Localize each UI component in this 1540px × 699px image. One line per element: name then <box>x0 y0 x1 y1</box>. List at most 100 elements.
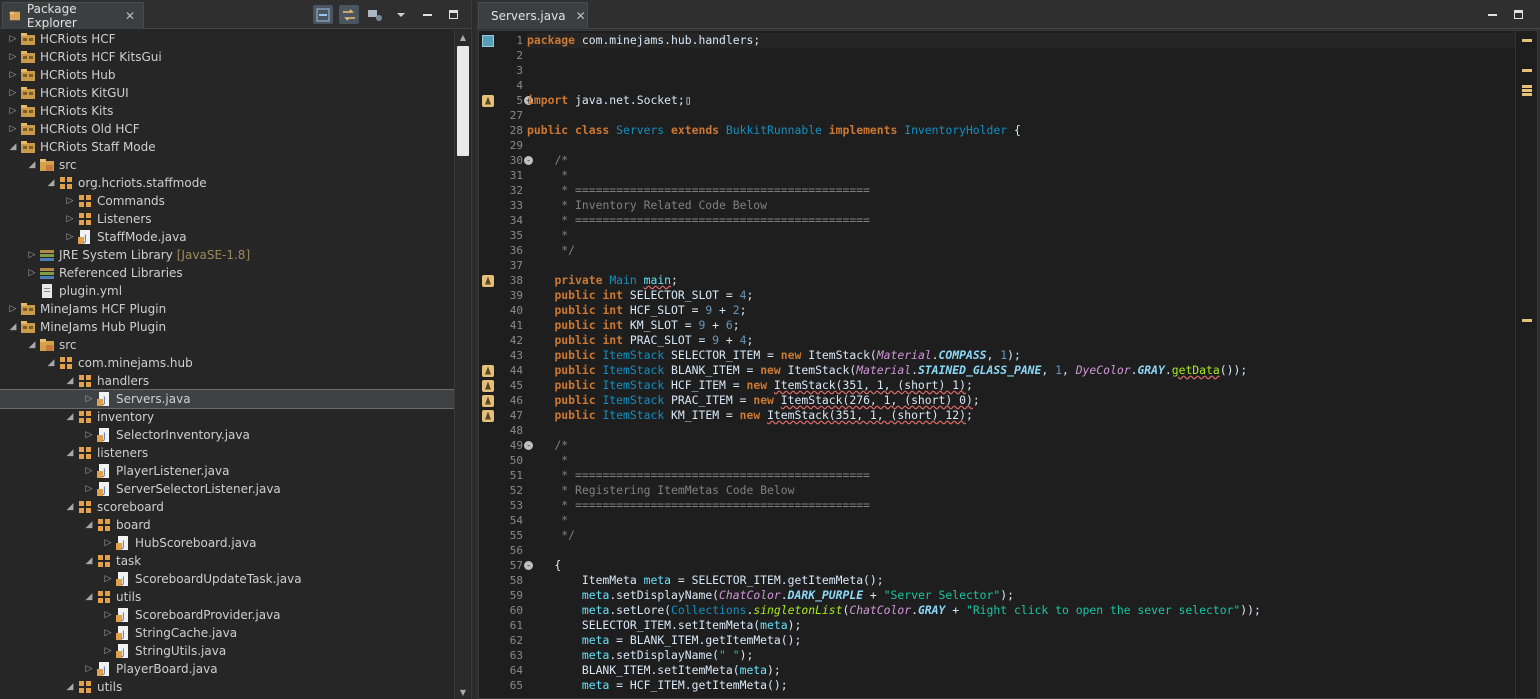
tree-item[interactable]: ◢ listeners <box>0 444 454 462</box>
code-line[interactable] <box>527 138 1515 153</box>
scrollbar-thumb[interactable] <box>457 46 469 156</box>
close-icon[interactable]: ✕ <box>576 9 586 23</box>
collapse-arrow-icon[interactable]: ◢ <box>44 174 58 192</box>
code-area[interactable]: package com.minejams.hub.handlers; import… <box>527 31 1515 698</box>
expand-arrow-icon[interactable]: ▷ <box>25 246 39 264</box>
view-menu-button[interactable] <box>391 5 411 24</box>
tree-item[interactable]: ▷ HCRiots Hub <box>0 66 454 84</box>
code-line[interactable]: { <box>527 558 1515 573</box>
expand-arrow-icon[interactable]: ▷ <box>82 390 96 408</box>
maximize-button[interactable] <box>1508 5 1528 24</box>
code-line[interactable]: meta.setDisplayName(" "); <box>527 648 1515 663</box>
tree-item[interactable]: ◢ task <box>0 552 454 570</box>
code-line[interactable]: import java.net.Socket;▯ <box>527 93 1515 108</box>
tree-item[interactable]: plugin.yml <box>0 282 454 300</box>
tree-item[interactable]: ◢ board <box>0 516 454 534</box>
code-line[interactable]: * Inventory Related Code Below <box>527 198 1515 213</box>
editor-body[interactable]: 1 2 3 4 5 +27 28 29 30-31 32 33 34 35 36 37 38 39 40 41 42 4… <box>478 30 1538 699</box>
expand-arrow-icon[interactable]: ▷ <box>63 210 77 228</box>
overview-ruler[interactable] <box>1515 31 1537 698</box>
expand-arrow-icon[interactable]: ▷ <box>6 48 20 66</box>
tree-item[interactable]: ◢ src <box>0 156 454 174</box>
collapse-arrow-icon[interactable]: ◢ <box>82 588 96 606</box>
expand-arrow-icon[interactable]: ▷ <box>101 534 115 552</box>
tree-item[interactable]: ▷ HCRiots KitGUI <box>0 84 454 102</box>
expand-arrow-icon[interactable]: ▷ <box>6 66 20 84</box>
bookmark-icon[interactable] <box>482 34 494 47</box>
expand-arrow-icon[interactable]: ▷ <box>6 102 20 120</box>
warning-icon[interactable] <box>482 394 494 407</box>
code-line[interactable]: public ItemStack KM_ITEM = new ItemStack… <box>527 408 1515 423</box>
warning-marker[interactable] <box>1522 89 1532 92</box>
warning-marker[interactable] <box>1522 85 1532 88</box>
code-line[interactable]: meta.setLore(Collections.singletonList(C… <box>527 603 1515 618</box>
tree-item[interactable]: ◢ com.minejams.hub <box>0 354 454 372</box>
explorer-scrollbar[interactable]: ▲ ▼ <box>454 30 470 699</box>
tree-item[interactable]: ▷ J StringUtils.java <box>0 642 454 660</box>
code-line[interactable]: meta.setDisplayName(ChatColor.DARK_PURPL… <box>527 588 1515 603</box>
maximize-button[interactable] <box>443 5 463 24</box>
code-line[interactable]: public ItemStack BLANK_ITEM = new ItemSt… <box>527 363 1515 378</box>
code-line[interactable]: * <box>527 228 1515 243</box>
code-line[interactable]: public ItemStack HCF_ITEM = new ItemStac… <box>527 378 1515 393</box>
code-line[interactable]: meta = HCF_ITEM.getItemMeta(); <box>527 678 1515 693</box>
warning-marker[interactable] <box>1522 39 1532 42</box>
code-line[interactable]: package com.minejams.hub.handlers; <box>527 33 1515 48</box>
expand-arrow-icon[interactable]: ▷ <box>63 228 77 246</box>
tree-item[interactable]: ▷ J ScoreboardProvider.java <box>0 606 454 624</box>
tree-item[interactable]: ▷ J Servers.java <box>0 389 454 409</box>
collapse-arrow-icon[interactable]: ◢ <box>44 354 58 372</box>
tree-item[interactable]: ▷ J StaffMode.java <box>0 228 454 246</box>
tree-item[interactable]: ◢ inventory <box>0 408 454 426</box>
tree-item[interactable]: ▷ Listeners <box>0 210 454 228</box>
warning-icon[interactable] <box>482 364 494 377</box>
expand-arrow-icon[interactable]: ▷ <box>101 624 115 642</box>
code-line[interactable]: ItemMeta meta = SELECTOR_ITEM.getItemMet… <box>527 573 1515 588</box>
collapse-arrow-icon[interactable]: ◢ <box>6 138 20 156</box>
expand-arrow-icon[interactable]: ▷ <box>101 570 115 588</box>
code-line[interactable]: * Registering ItemMetas Code Below <box>527 483 1515 498</box>
code-line[interactable]: * <box>527 513 1515 528</box>
collapse-arrow-icon[interactable]: ◢ <box>63 372 77 390</box>
tree-item[interactable]: ▷ J PlayerBoard.java <box>0 660 454 678</box>
tree-item[interactable]: ▷ HCRiots HCF KitsGui <box>0 48 454 66</box>
code-line[interactable] <box>527 423 1515 438</box>
code-line[interactable]: /* <box>527 153 1515 168</box>
tree-item[interactable]: ◢ utils <box>0 588 454 606</box>
expand-arrow-icon[interactable]: ▷ <box>6 84 20 102</box>
expand-arrow-icon[interactable]: ▷ <box>6 300 20 318</box>
code-line[interactable]: */ <box>527 528 1515 543</box>
code-line[interactable]: SELECTOR_ITEM.setItemMeta(meta); <box>527 618 1515 633</box>
expand-arrow-icon[interactable]: ▷ <box>82 660 96 678</box>
expand-arrow-icon[interactable]: ▷ <box>25 264 39 282</box>
tree-item[interactable]: ▷ MineJams HCF Plugin <box>0 300 454 318</box>
code-line[interactable]: * ======================================… <box>527 183 1515 198</box>
code-line[interactable]: public int HCF_SLOT = 9 + 2; <box>527 303 1515 318</box>
code-line[interactable]: */ <box>527 243 1515 258</box>
collapse-arrow-icon[interactable]: ◢ <box>25 156 39 174</box>
minimize-button[interactable] <box>417 5 437 24</box>
code-line[interactable] <box>527 258 1515 273</box>
code-line[interactable] <box>527 78 1515 93</box>
tree-item[interactable]: ▷ HCRiots Old HCF <box>0 120 454 138</box>
code-line[interactable]: public class Servers extends BukkitRunna… <box>527 123 1515 138</box>
expand-arrow-icon[interactable]: ▷ <box>6 120 20 138</box>
collapse-arrow-icon[interactable]: ◢ <box>82 516 96 534</box>
warning-marker[interactable] <box>1522 93 1532 96</box>
code-line[interactable]: * ======================================… <box>527 468 1515 483</box>
link-with-editor-button[interactable] <box>339 5 359 24</box>
code-line[interactable]: * ======================================… <box>527 498 1515 513</box>
tree-item[interactable]: ▷ JRE System Library [JavaSE-1.8] <box>0 246 454 264</box>
code-line[interactable]: public int PRAC_SLOT = 9 + 4; <box>527 333 1515 348</box>
tree-item[interactable]: ◢ MineJams Hub Plugin <box>0 318 454 336</box>
tree-item[interactable]: ▷ J HubScoreboard.java <box>0 534 454 552</box>
code-line[interactable] <box>527 543 1515 558</box>
tree-item[interactable]: ◢ HCRiots Staff Mode <box>0 138 454 156</box>
collapse-arrow-icon[interactable]: ◢ <box>63 408 77 426</box>
collapse-arrow-icon[interactable]: ◢ <box>82 552 96 570</box>
code-line[interactable]: private Main main; <box>527 273 1515 288</box>
filter-button[interactable] <box>365 5 385 24</box>
minimize-button[interactable] <box>1482 5 1502 24</box>
tree-item[interactable]: ▷ J StringCache.java <box>0 624 454 642</box>
warning-icon[interactable] <box>482 274 494 287</box>
